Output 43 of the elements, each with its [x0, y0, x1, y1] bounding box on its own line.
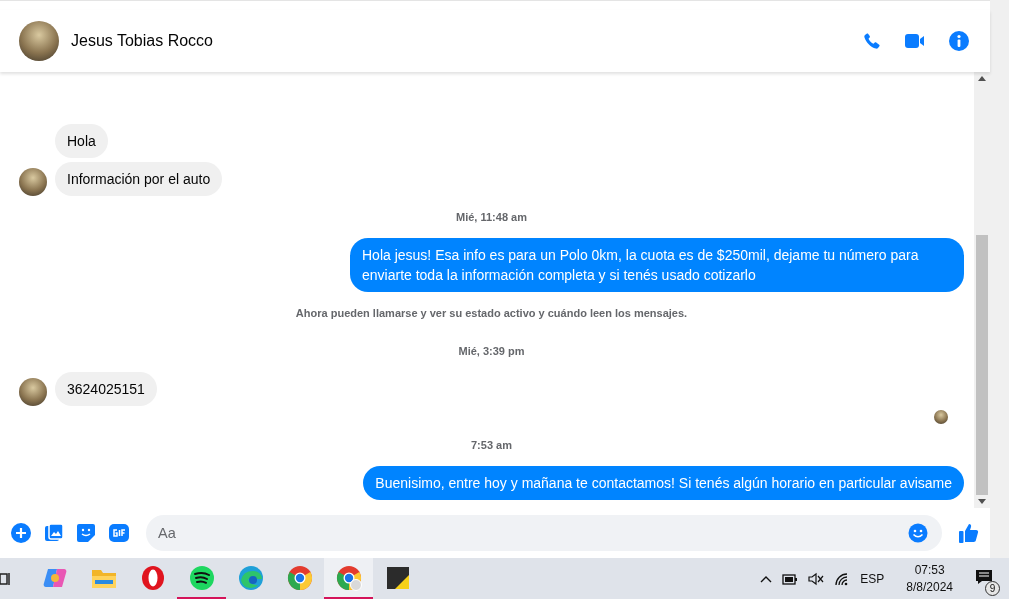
outgoing-message: Hola jesus! Esa info es para un Polo 0km, la cuota es de $250mil, dejame tu número para enviarte toda la información completa y si tenés usado cotizarlo — [350, 238, 964, 292]
sticker-icon[interactable] — [76, 523, 96, 543]
muted-speaker-icon[interactable] — [808, 571, 825, 586]
contact-avatar[interactable] — [19, 21, 59, 61]
phone-icon[interactable] — [862, 31, 882, 51]
seen-avatar — [934, 410, 948, 424]
scrollbar[interactable] — [974, 72, 990, 508]
opera-logo-icon — [140, 564, 165, 591]
incoming-message: 3624025151 — [55, 372, 157, 406]
incoming-message: Información por el auto — [55, 162, 223, 196]
scroll-up-icon[interactable] — [978, 76, 986, 81]
clock-time: 07:53 — [914, 561, 945, 579]
timestamp: 7:53 am — [471, 439, 512, 451]
image-icon[interactable] — [44, 523, 64, 543]
incoming-message: Hola — [55, 124, 108, 158]
chrome-logo-icon — [286, 564, 313, 591]
spotify-logo-icon — [188, 564, 215, 591]
language-indicator[interactable]: ESP — [860, 571, 885, 586]
scrollbar-thumb[interactable] — [976, 235, 988, 495]
battery-icon[interactable] — [782, 572, 799, 585]
notification-icon[interactable] — [975, 569, 993, 585]
info-icon[interactable] — [948, 30, 970, 52]
chat-notice: Ahora pueden llamarse y ver su estado activo y cuándo leen los mensajes. — [295, 307, 688, 319]
contact-avatar — [19, 168, 47, 196]
video-camera-icon[interactable] — [904, 32, 926, 50]
thumbs-up-icon[interactable] — [958, 522, 980, 544]
chevron-up-icon[interactable] — [760, 574, 773, 583]
outgoing-message: Buenisimo, entre hoy y mañana te contactamos! Si tenés algún horario en particular avisame — [363, 466, 964, 500]
chrome-logo-icon — [335, 564, 362, 591]
clock[interactable]: 07:53 8/8/2024 — [906, 561, 953, 596]
contact-avatar — [19, 378, 47, 406]
sticky-note-icon — [385, 565, 410, 590]
timestamp: Mié, 3:39 pm — [458, 345, 525, 357]
contact-name[interactable]: Jesus Tobias Rocco — [71, 32, 213, 50]
gif-icon[interactable] — [108, 523, 130, 543]
notification-count: 9 — [985, 581, 1000, 596]
plus-icon[interactable] — [10, 522, 32, 544]
timestamp: Mié, 11:48 am — [456, 211, 527, 223]
clock-date: 8/8/2024 — [906, 578, 953, 596]
edge-logo-icon — [237, 564, 264, 591]
scroll-down-icon[interactable] — [978, 499, 986, 504]
task-view-icon[interactable] — [0, 571, 10, 586]
message-input[interactable]: Aa — [146, 515, 942, 551]
